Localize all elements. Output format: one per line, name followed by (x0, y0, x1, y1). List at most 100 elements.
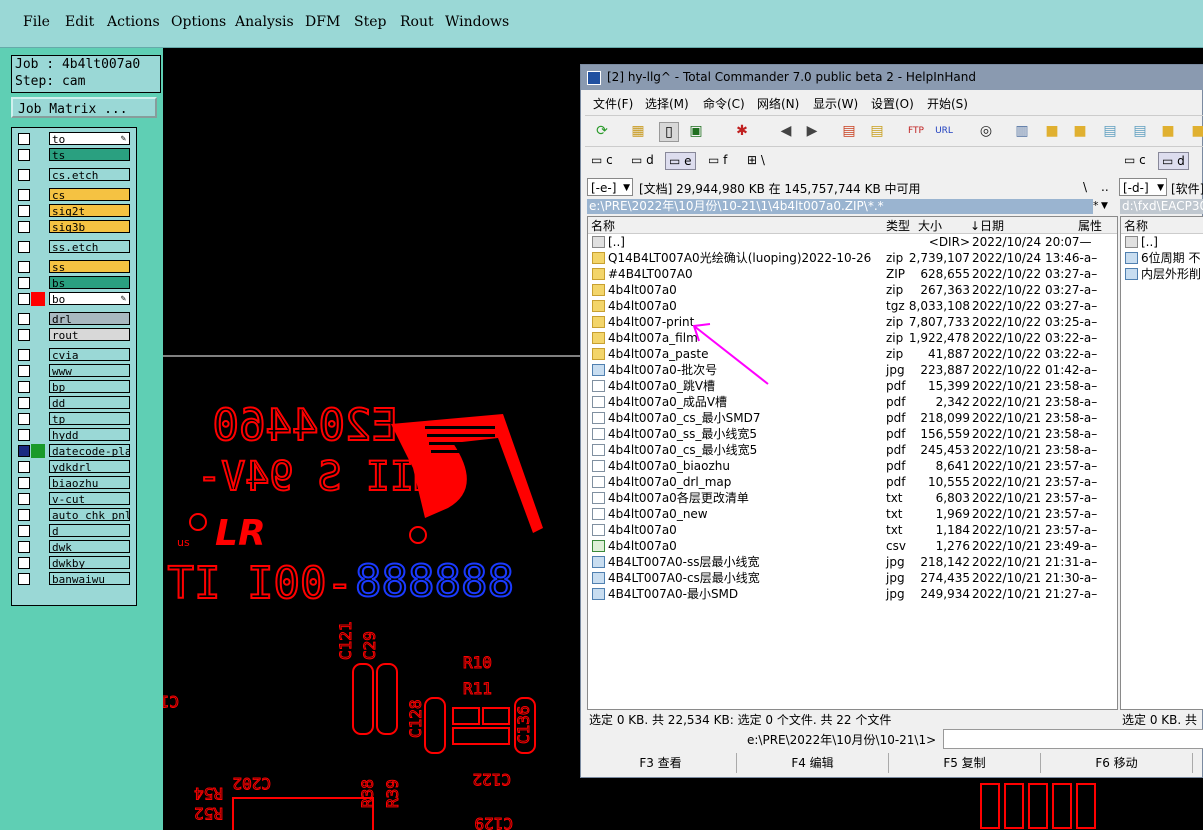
layer-name[interactable]: sig2t (49, 204, 130, 217)
layer-row-ts[interactable]: ts (16, 148, 130, 162)
layer-name[interactable]: drl (49, 312, 130, 325)
file-row[interactable]: 4b4lt007-print zip 7,807,733 2022/10/22 03:… (588, 314, 1117, 330)
drive-e-button[interactable]: ▭ e (665, 152, 696, 170)
notepad-icon-2[interactable]: ▤ (1131, 122, 1149, 140)
file-row[interactable]: [..] <DIR> 2022/10/24 20:07— (588, 234, 1117, 250)
title-bar[interactable]: [2] hy-llg^ - Total Commander 7.0 public… (581, 65, 1203, 90)
layer-name[interactable]: hydd (49, 428, 130, 441)
layer-checkbox[interactable] (18, 573, 30, 585)
layer-name[interactable]: d (49, 524, 130, 537)
back-arrow-icon[interactable]: ◀ (777, 122, 795, 140)
tc-menu-view[interactable]: 显示(W) (813, 95, 858, 112)
file-row[interactable]: Q14B4LT007A0光绘确认(luoping)2022-10-26 zip 2,… (588, 250, 1117, 266)
file-row[interactable]: 4b4lt007a_film zip 1,922,478 2022/10/22 03:… (588, 330, 1117, 346)
left-drive-select[interactable]: [-e-] ▼ (587, 178, 633, 196)
right-drive-c-button[interactable]: ▭ c (1124, 152, 1146, 168)
layer-checkbox[interactable] (18, 277, 30, 289)
folder-icon-2[interactable]: ■ (1071, 122, 1089, 140)
layer-row-bo[interactable]: bo ✎ (16, 292, 130, 306)
file-row[interactable]: 6位周期 不 (1121, 250, 1203, 266)
layer-row-cs.etch[interactable]: cs.etch (16, 168, 130, 182)
menu-edit[interactable]: Edit (65, 14, 94, 30)
file-row[interactable]: 4b4lt007a0 txt 1,184 2022/10/21 23:57-a– (588, 522, 1117, 538)
layer-name[interactable]: cvia (49, 348, 130, 361)
pcb-canvas[interactable]: E204460 MII S 94V- LR us -00I IT 888888 … (163, 48, 580, 830)
menu-actions[interactable]: Actions (107, 14, 160, 30)
layer-checkbox[interactable] (18, 329, 30, 341)
left-file-pane[interactable]: 名称 类型 大小 ↓日期 属性 [..] <DIR> 2022/10/24 20:0… (587, 216, 1118, 710)
layer-checkbox[interactable] (18, 189, 30, 201)
folder-icon-3[interactable]: ■ (1159, 122, 1177, 140)
file-row[interactable]: 内层外形削 (1121, 266, 1203, 282)
menu-options[interactable]: Options (171, 14, 226, 30)
col-size[interactable]: 大小 (918, 217, 942, 234)
layer-checkbox[interactable] (18, 205, 30, 217)
f6-move-button[interactable]: F6 移动 (1041, 753, 1193, 773)
file-row[interactable]: 4b4lt007a0_new txt 1,969 2022/10/21 23:57-a… (588, 506, 1117, 522)
folder-icon-4[interactable]: ■ (1189, 122, 1203, 140)
file-row[interactable]: 4B4LT007A0-最小SMD jpg 249,934 2022/10/21 21:… (588, 586, 1117, 602)
layer-name[interactable]: v-cut (49, 492, 130, 505)
file-row[interactable]: 4b4lt007a_paste zip 41,887 2022/10/22 03:22… (588, 346, 1117, 362)
file-row[interactable]: [..] (1121, 234, 1203, 250)
file-row[interactable]: 4b4lt007a0_drl_map pdf 10,555 2022/10/21 23… (588, 474, 1117, 490)
tc-menu-start[interactable]: 开始(S) (927, 95, 968, 112)
parent-button[interactable]: .. (1101, 180, 1109, 194)
layer-checkbox[interactable] (18, 477, 30, 489)
layer-color-swatch[interactable] (31, 292, 45, 306)
layer-checkbox[interactable] (18, 365, 30, 377)
layer-name[interactable]: cs.etch (49, 168, 130, 181)
menu-dfm[interactable]: DFM (305, 14, 340, 30)
thumbnail-icon[interactable]: ▣ (687, 122, 705, 140)
layer-name[interactable]: dwk (49, 540, 130, 553)
history-dropdown-icon[interactable]: ▼ (1101, 201, 1108, 211)
layer-name[interactable]: rout (49, 328, 130, 341)
col-name[interactable]: 名称 (591, 217, 615, 234)
layer-row-banwaiwu[interactable]: banwaiwu (16, 572, 130, 586)
right-file-pane[interactable]: 名称 [..] 6位周期 不内层外形削 (1120, 216, 1203, 710)
layer-name[interactable]: tp (49, 412, 130, 425)
root-button[interactable]: \ (1083, 180, 1087, 194)
col-attr[interactable]: 属性 (1078, 217, 1102, 234)
tc-menu-settings[interactable]: 设置(O) (871, 95, 914, 112)
layer-name[interactable]: dwkby (49, 556, 130, 569)
unpack-icon[interactable]: ▤ (868, 122, 886, 140)
pack-icon[interactable]: ▤ (840, 122, 858, 140)
right-path-bar[interactable]: d:\fxd\EACP30 (1120, 199, 1203, 214)
layer-checkbox[interactable] (18, 313, 30, 325)
tc-menu-select[interactable]: 选择(M) (645, 95, 689, 112)
layer-row-d[interactable]: d (16, 524, 130, 538)
layer-checkbox[interactable] (18, 493, 30, 505)
menu-analysis[interactable]: Analysis (235, 14, 294, 30)
icons-view-icon[interactable]: ▦ (629, 122, 647, 140)
file-row[interactable]: 4b4lt007a0 csv 1,276 2022/10/21 23:49-a– (588, 538, 1117, 554)
left-path-bar[interactable]: e:\PRE\2022年\10月份\10-21\1\4b4lt007a0.ZIP… (587, 199, 1093, 214)
layer-row-hydd[interactable]: hydd (16, 428, 130, 442)
layer-row-datecode-pla[interactable]: datecode-pla (16, 444, 130, 458)
layer-checkbox[interactable] (18, 397, 30, 409)
command-line-input[interactable] (943, 729, 1203, 749)
layer-name[interactable]: auto_chk_pnl (49, 508, 130, 521)
layer-row-dwkby[interactable]: dwkby (16, 556, 130, 570)
file-row[interactable]: #4B4LT007A0 ZIP 628,655 2022/10/22 03:27-a– (588, 266, 1117, 282)
layer-name[interactable]: cs (49, 188, 130, 201)
drive-f-button[interactable]: ▭ f (708, 152, 727, 168)
layer-name[interactable]: bo ✎ (49, 292, 130, 305)
forward-arrow-icon[interactable]: ▶ (803, 122, 821, 140)
history-star-button[interactable]: * (1093, 199, 1099, 212)
layer-checkbox[interactable] (18, 381, 30, 393)
layer-checkbox[interactable] (18, 349, 30, 361)
layer-name[interactable]: ss (49, 260, 130, 273)
ftp-icon[interactable]: FTP (907, 122, 925, 140)
layer-checkbox[interactable] (18, 149, 30, 161)
layer-name[interactable]: bp (49, 380, 130, 393)
layer-row-ss.etch[interactable]: ss.etch (16, 240, 130, 254)
layer-row-sig2t[interactable]: sig2t (16, 204, 130, 218)
layer-name[interactable]: biaozhu (49, 476, 130, 489)
layer-name[interactable]: datecode-pla (49, 444, 130, 457)
layer-row-tp[interactable]: tp (16, 412, 130, 426)
layer-name[interactable]: banwaiwu (49, 572, 130, 585)
layer-checkbox[interactable] (18, 445, 30, 457)
invert-selection-icon[interactable]: ✱ (733, 122, 751, 140)
file-row[interactable]: 4b4lt007a0_ss_最小线宽5 pdf 156,559 2022/10/21 … (588, 426, 1117, 442)
